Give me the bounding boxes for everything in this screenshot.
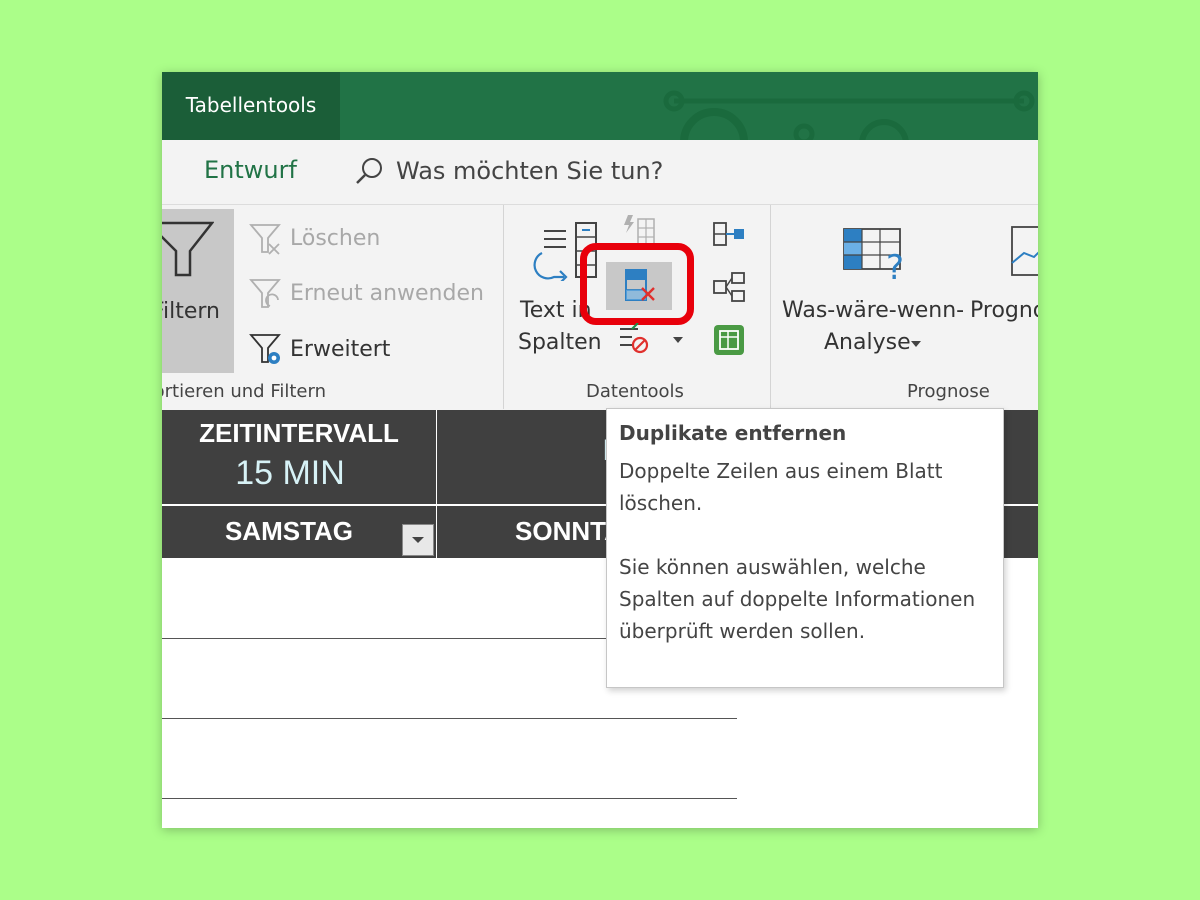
consolidate-icon[interactable] xyxy=(712,219,746,249)
what-if-label-line1: Was-wäre-wenn- xyxy=(782,298,965,323)
tooltip-line1: Doppelte Zeilen aus einem Blatt löschen. xyxy=(619,459,943,515)
interval-header-cell[interactable]: ZEITINTERVALL 15 MIN xyxy=(162,410,436,504)
advanced-filter-button[interactable]: Erweitert xyxy=(248,331,390,367)
manage-data-model-icon[interactable] xyxy=(712,323,746,357)
sort-filter-group-clip: Sortieren und Filtern xyxy=(162,381,362,407)
what-if-analysis-button[interactable]: ? Was-wäre-wenn- Analyse xyxy=(780,221,966,361)
what-if-analysis-icon: ? xyxy=(843,228,904,281)
advanced-filter-label: Erweitert xyxy=(290,336,391,362)
tab-entwurf[interactable]: Entwurf xyxy=(204,156,297,184)
flash-fill-icon[interactable] xyxy=(622,213,658,247)
datatools-group-label: Datentools xyxy=(586,381,684,402)
ribbon-tabs: Entwurf Was möchten Sie tun? xyxy=(162,140,1038,204)
relationships-icon[interactable] xyxy=(712,271,746,305)
chevron-down-icon xyxy=(911,341,921,347)
filter-funnel-icon xyxy=(162,221,214,277)
row-divider xyxy=(162,718,737,719)
group-separator xyxy=(503,205,504,409)
row-divider xyxy=(162,798,737,799)
remove-duplicates-tooltip: Duplikate entfernen Doppelte Zeilen aus … xyxy=(606,408,1004,688)
interval-title: ZEITINTERVALL xyxy=(199,418,399,448)
forecast-sheet-icon xyxy=(1011,226,1038,276)
filter-button[interactable] xyxy=(162,209,234,373)
day-label: SAMSTAG xyxy=(224,516,354,546)
what-if-label-line2: Analyse xyxy=(824,330,911,355)
search-placeholder: Was möchten Sie tun? xyxy=(396,157,664,185)
text-to-columns-label-line2: Spalten xyxy=(518,330,602,355)
tooltip-title: Duplikate entfernen xyxy=(619,421,847,445)
title-decoration xyxy=(663,90,1035,140)
clear-filter-label: Löschen xyxy=(290,225,381,251)
clear-filter-button[interactable]: Löschen xyxy=(248,221,380,255)
clear-filter-icon xyxy=(249,224,281,255)
reapply-icon xyxy=(249,279,281,308)
sort-filter-group-label: Sortieren und Filtern xyxy=(162,381,326,402)
group-separator xyxy=(770,205,771,409)
filter-label-clip: Filtern xyxy=(162,299,234,339)
search-icon xyxy=(356,158,382,184)
data-validation-button[interactable] xyxy=(618,323,690,359)
filter-label: Filtern xyxy=(162,299,220,324)
chevron-down-icon xyxy=(673,337,683,343)
reapply-label: Erneut anwenden xyxy=(290,280,484,306)
chevron-down-icon xyxy=(412,537,424,543)
data-validation-icon xyxy=(620,323,649,354)
tooltip-line2: Sie können auswählen, welche Spalten auf… xyxy=(619,555,976,643)
ribbon: Filtern Löschen Erneut anwenden Erweiter… xyxy=(162,204,1038,412)
forecast-sheet-label: Prognoseblatt xyxy=(970,298,1038,323)
advanced-filter-icon xyxy=(249,334,281,364)
filter-dropdown-button[interactable] xyxy=(402,524,434,556)
highlight-ring xyxy=(580,243,694,325)
reapply-button[interactable]: Erneut anwenden xyxy=(248,276,484,310)
interval-value: 15 MIN xyxy=(235,454,345,492)
forecast-group-label: Prognose xyxy=(907,381,990,402)
title-bar: Tabellentools xyxy=(162,72,1038,140)
day-header-samstag[interactable]: SAMSTAG xyxy=(162,506,436,558)
forecast-sheet-button[interactable]: Prognoseblatt xyxy=(970,221,1038,361)
svg-text:?: ? xyxy=(886,248,904,281)
tell-me-search[interactable]: Was möchten Sie tun? xyxy=(354,154,663,188)
